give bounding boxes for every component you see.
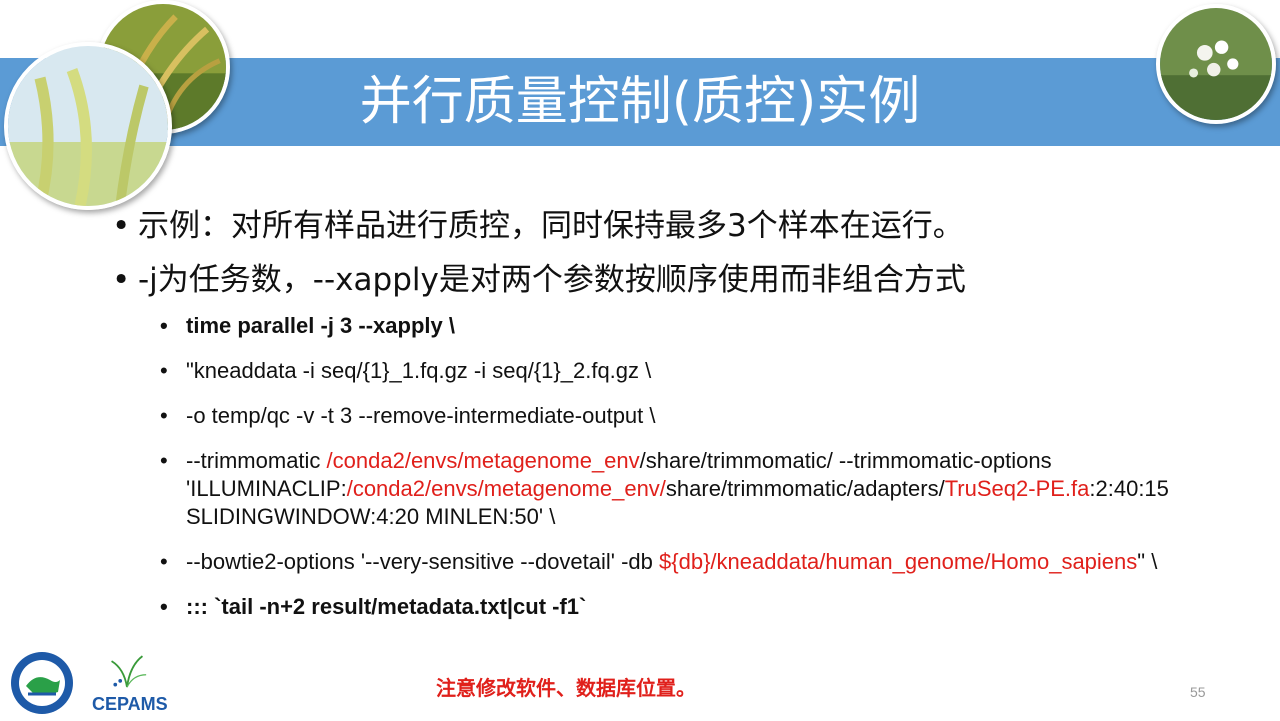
conda-path-2: /conda2/envs/metagenome_env/ — [346, 476, 666, 501]
code-bullets: time parallel -j 3 --xapply \ "kneaddata… — [160, 312, 1260, 638]
code-line-4-part-5: share/trimmomatic/adapters/ — [665, 476, 945, 501]
bullet-params: -j为任务数，--xapply是对两个参数按顺序使用而非组合方式 — [112, 260, 1252, 300]
code-line-6: ::: `tail -n+2 result/metadata.txt|cut -… — [160, 593, 1260, 621]
warning-note: 注意修改软件、数据库位置。 — [436, 676, 696, 700]
code-line-4: --trimmomatic /conda2/envs/metagenome_en… — [160, 447, 1260, 531]
main-bullets: 示例：对所有样品进行质控，同时保持最多3个样本在运行。 -j为任务数，--xap… — [112, 206, 1252, 314]
code-line-5-part-1: --bowtie2-options '--very-sensitive --do… — [186, 549, 660, 574]
code-line-5: --bowtie2-options '--very-sensitive --do… — [160, 548, 1260, 576]
page-number: 55 — [1190, 684, 1206, 700]
conda-path-1: /conda2/envs/metagenome_env — [326, 448, 640, 473]
code-line-2: "kneaddata -i seq/{1}_1.fq.gz -i seq/{1}… — [160, 357, 1260, 385]
institute-seal-logo — [6, 650, 78, 716]
slide-title: 并行质量控制(质控)实例 — [359, 72, 921, 132]
adapter-file: TruSeq2-PE.fa — [944, 476, 1090, 501]
code-line-5-part-3: " \ — [1137, 549, 1158, 574]
cepams-logo-text: CEPAMS — [92, 694, 168, 714]
code-line-4-part-1: --trimmomatic — [186, 448, 327, 473]
db-path: ${db}/kneaddata/human_genome/Homo_sapien… — [659, 549, 1138, 574]
code-line-3: -o temp/qc -v -t 3 --remove-intermediate… — [160, 402, 1260, 430]
bullet-example: 示例：对所有样品进行质控，同时保持最多3个样本在运行。 — [112, 206, 1252, 246]
code-line-1: time parallel -j 3 --xapply \ — [160, 312, 1260, 340]
cepams-logo: CEPAMS — [92, 650, 168, 718]
